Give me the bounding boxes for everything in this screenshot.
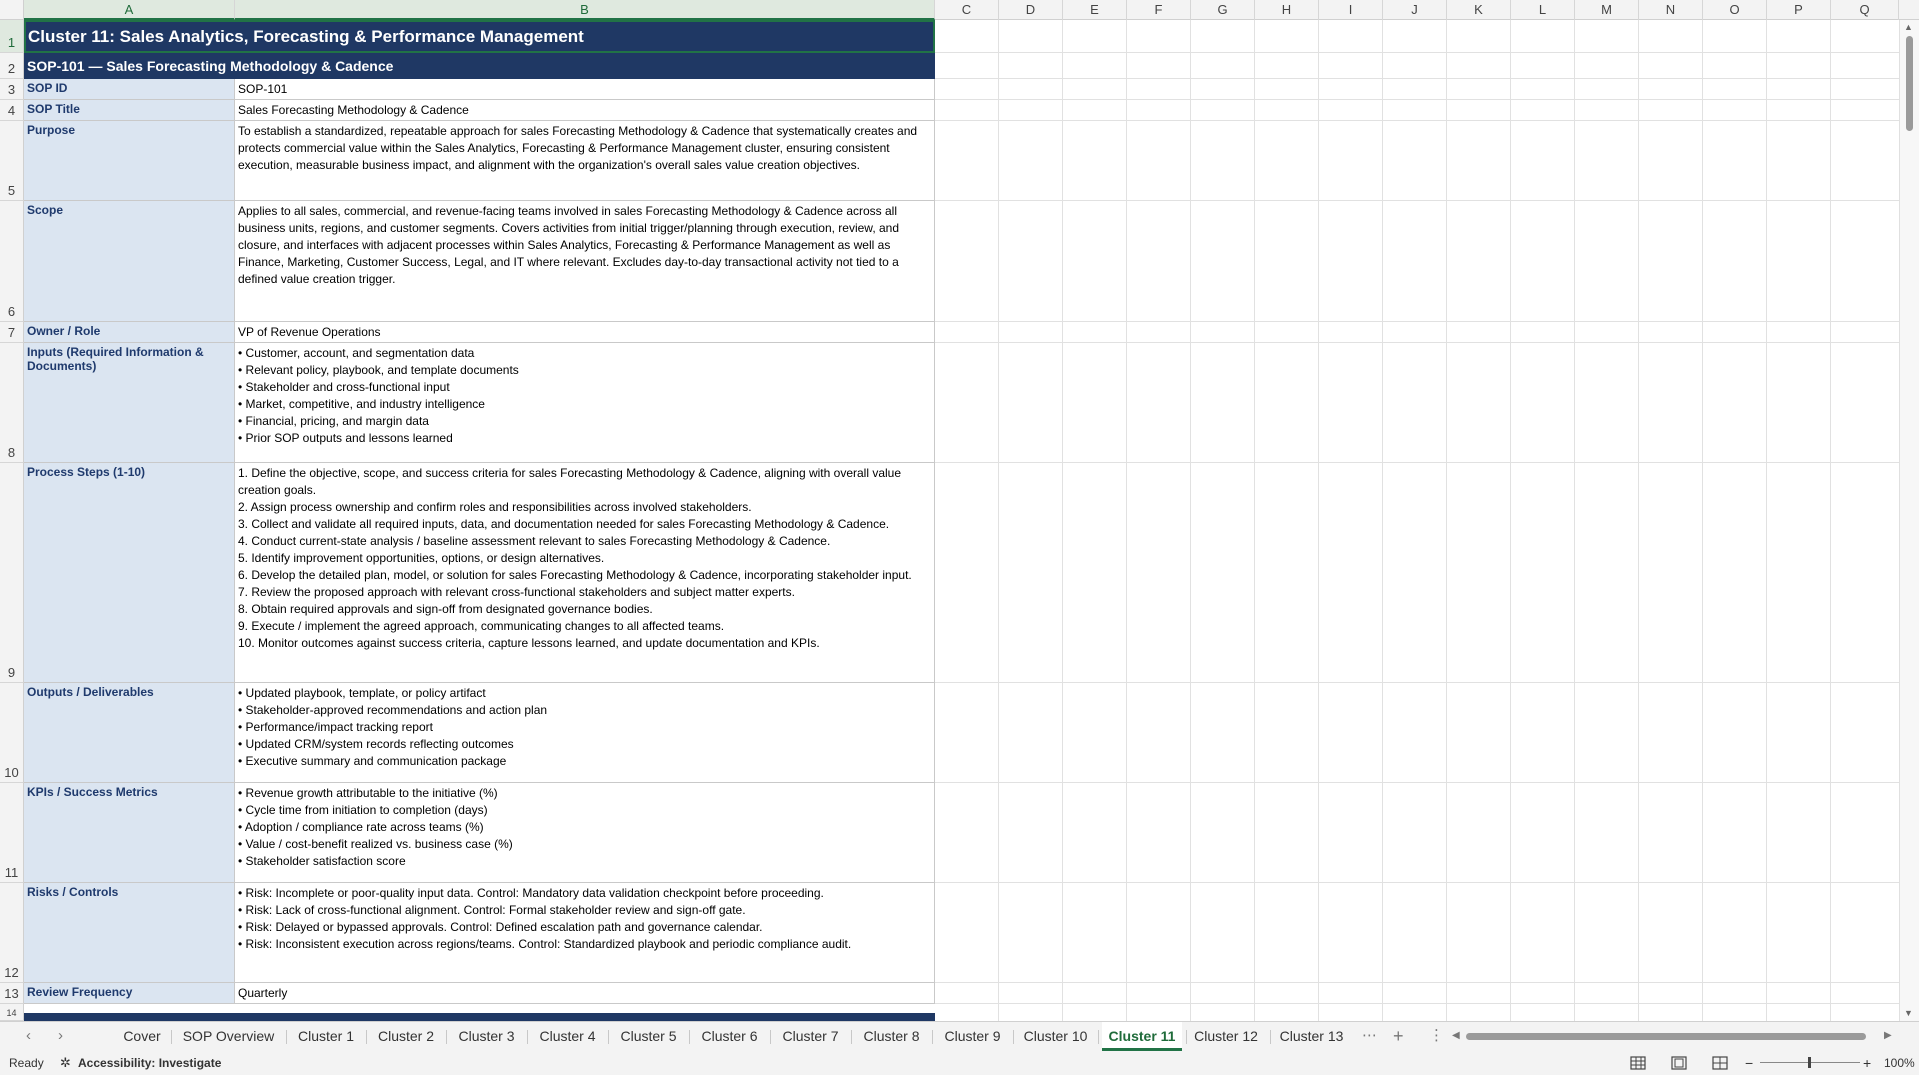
label-sop-title[interactable]: SOP Title bbox=[24, 100, 235, 121]
tab-next-icon[interactable]: › bbox=[58, 1022, 63, 1051]
tab-cluster-3[interactable]: Cluster 3 bbox=[446, 1022, 527, 1051]
label-purpose[interactable]: Purpose bbox=[24, 121, 235, 201]
value-owner-role[interactable]: VP of Revenue Operations bbox=[235, 322, 935, 343]
page-break-view-icon[interactable] bbox=[1712, 1051, 1728, 1075]
sheet-options-icon[interactable]: ⋮ bbox=[1429, 1022, 1444, 1051]
tab-cover[interactable]: Cover bbox=[113, 1022, 171, 1051]
horizontal-scroll-thumb[interactable] bbox=[1466, 1033, 1866, 1040]
page-layout-view-icon[interactable] bbox=[1671, 1051, 1687, 1075]
tab-cluster-5[interactable]: Cluster 5 bbox=[608, 1022, 689, 1051]
ready-status: Ready bbox=[9, 1056, 44, 1070]
tab-cluster-8[interactable]: Cluster 8 bbox=[851, 1022, 932, 1051]
row-header-12[interactable]: 12 bbox=[0, 883, 24, 983]
tab-cluster-13[interactable]: Cluster 13 bbox=[1270, 1022, 1353, 1051]
value-scope[interactable]: Applies to all sales, commercial, and re… bbox=[235, 201, 935, 322]
column-header-o[interactable]: O bbox=[1703, 0, 1767, 20]
tab-cluster-11[interactable]: Cluster 11 bbox=[1102, 1022, 1182, 1051]
value-outputs[interactable]: • Updated playbook, template, or policy … bbox=[235, 683, 935, 783]
row-header-7[interactable]: 7 bbox=[0, 322, 24, 343]
column-header-a[interactable]: A bbox=[24, 0, 235, 20]
sheet-tab-bar: ‹ › Cover SOP Overview Cluster 1 Cluster… bbox=[0, 1021, 1919, 1051]
accessibility-icon[interactable]: ✲ bbox=[60, 1051, 71, 1075]
value-sop-id[interactable]: SOP-101 bbox=[235, 79, 935, 100]
tab-prev-icon[interactable]: ‹ bbox=[26, 1022, 31, 1051]
tab-sop-overview[interactable]: SOP Overview bbox=[171, 1022, 286, 1051]
value-risks[interactable]: • Risk: Incomplete or poor-quality input… bbox=[235, 883, 935, 983]
tab-cluster-4[interactable]: Cluster 4 bbox=[527, 1022, 608, 1051]
status-bar: Ready ✲ Accessibility: Investigate − + 1… bbox=[0, 1051, 1919, 1075]
column-header-n[interactable]: N bbox=[1639, 0, 1703, 20]
zoom-in-icon[interactable]: + bbox=[1863, 1051, 1871, 1075]
tab-cluster-6[interactable]: Cluster 6 bbox=[689, 1022, 770, 1051]
zoom-slider[interactable] bbox=[1760, 1051, 1860, 1075]
tab-cluster-7[interactable]: Cluster 7 bbox=[770, 1022, 851, 1051]
row-header-14[interactable]: 14 bbox=[0, 1004, 24, 1021]
label-risks[interactable]: Risks / Controls bbox=[24, 883, 235, 983]
value-purpose[interactable]: To establish a standardized, repeatable … bbox=[235, 121, 935, 201]
add-sheet-icon[interactable]: + bbox=[1393, 1022, 1404, 1051]
accessibility-status[interactable]: Accessibility: Investigate bbox=[78, 1051, 221, 1075]
normal-view-icon[interactable] bbox=[1630, 1051, 1646, 1075]
column-header-c[interactable]: C bbox=[935, 0, 999, 20]
tab-cluster-2[interactable]: Cluster 2 bbox=[366, 1022, 446, 1051]
label-process-steps[interactable]: Process Steps (1-10) bbox=[24, 463, 235, 683]
select-all-corner[interactable] bbox=[0, 0, 24, 20]
value-process-steps[interactable]: 1. Define the objective, scope, and succ… bbox=[235, 463, 935, 683]
scroll-left-icon[interactable]: ◀ bbox=[1452, 1022, 1460, 1051]
value-inputs[interactable]: • Customer, account, and segmentation da… bbox=[235, 343, 935, 463]
value-review-frequency[interactable]: Quarterly bbox=[235, 983, 935, 1004]
column-header-l[interactable]: L bbox=[1511, 0, 1575, 20]
label-kpis[interactable]: KPIs / Success Metrics bbox=[24, 783, 235, 883]
value-sop-title[interactable]: Sales Forecasting Methodology & Cadence bbox=[235, 100, 935, 121]
column-header-q[interactable]: Q bbox=[1831, 0, 1899, 20]
column-header-h[interactable]: H bbox=[1255, 0, 1319, 20]
row-header-8[interactable]: 8 bbox=[0, 343, 24, 463]
column-header-f[interactable]: F bbox=[1127, 0, 1191, 20]
column-header-b[interactable]: B bbox=[235, 0, 935, 20]
vertical-scrollbar[interactable]: ▲ ▼ bbox=[1899, 20, 1919, 1021]
row-header-6[interactable]: 6 bbox=[0, 201, 24, 322]
row-header-3[interactable]: 3 bbox=[0, 79, 24, 100]
row-header-10[interactable]: 10 bbox=[0, 683, 24, 783]
value-kpis[interactable]: • Revenue growth attributable to the ini… bbox=[235, 783, 935, 883]
zoom-out-icon[interactable]: − bbox=[1745, 1051, 1753, 1075]
row-header-13[interactable]: 13 bbox=[0, 983, 24, 1004]
column-header-m[interactable]: M bbox=[1575, 0, 1639, 20]
sop-subtitle-cell[interactable]: SOP-101 — Sales Forecasting Methodology … bbox=[24, 53, 935, 79]
tab-cluster-9[interactable]: Cluster 9 bbox=[932, 1022, 1013, 1051]
zoom-level[interactable]: 100% bbox=[1884, 1051, 1915, 1075]
row-header-4[interactable]: 4 bbox=[0, 100, 24, 121]
label-inputs[interactable]: Inputs (Required Information & Documents… bbox=[24, 343, 235, 463]
scroll-right-icon[interactable]: ▶ bbox=[1884, 1022, 1892, 1051]
row-header-9[interactable]: 9 bbox=[0, 463, 24, 683]
row-header-1[interactable]: 1 bbox=[0, 20, 24, 53]
column-header-g[interactable]: G bbox=[1191, 0, 1255, 20]
label-review-frequency[interactable]: Review Frequency bbox=[24, 983, 235, 1004]
zoom-slider-thumb[interactable] bbox=[1808, 1057, 1811, 1068]
column-header-p[interactable]: P bbox=[1767, 0, 1831, 20]
next-sop-header-partial bbox=[24, 1013, 935, 1021]
row-header-11[interactable]: 11 bbox=[0, 783, 24, 883]
tab-cluster-1[interactable]: Cluster 1 bbox=[286, 1022, 366, 1051]
label-owner-role[interactable]: Owner / Role bbox=[24, 322, 235, 343]
column-header-d[interactable]: D bbox=[999, 0, 1063, 20]
horizontal-scrollbar[interactable] bbox=[1466, 1031, 1886, 1042]
scroll-up-icon[interactable]: ▲ bbox=[1904, 22, 1913, 32]
label-outputs[interactable]: Outputs / Deliverables bbox=[24, 683, 235, 783]
row-header-5[interactable]: 5 bbox=[0, 121, 24, 201]
row-header-2[interactable]: 2 bbox=[0, 53, 24, 79]
column-header-row: A B C D E F G H I J K L M N O P Q bbox=[0, 0, 1919, 20]
column-header-j[interactable]: J bbox=[1383, 0, 1447, 20]
label-sop-id[interactable]: SOP ID bbox=[24, 79, 235, 100]
column-header-e[interactable]: E bbox=[1063, 0, 1127, 20]
column-header-i[interactable]: I bbox=[1319, 0, 1383, 20]
column-header-k[interactable]: K bbox=[1447, 0, 1511, 20]
tab-cluster-12[interactable]: Cluster 12 bbox=[1186, 1022, 1266, 1051]
scroll-down-icon[interactable]: ▼ bbox=[1904, 1008, 1913, 1018]
vertical-scroll-thumb[interactable] bbox=[1906, 36, 1913, 131]
tab-cluster-10[interactable]: Cluster 10 bbox=[1013, 1022, 1098, 1051]
label-scope[interactable]: Scope bbox=[24, 201, 235, 322]
sheet-title-cell[interactable]: Cluster 11: Sales Analytics, Forecasting… bbox=[24, 20, 935, 53]
more-tabs-icon[interactable]: ⋯ bbox=[1362, 1022, 1377, 1051]
